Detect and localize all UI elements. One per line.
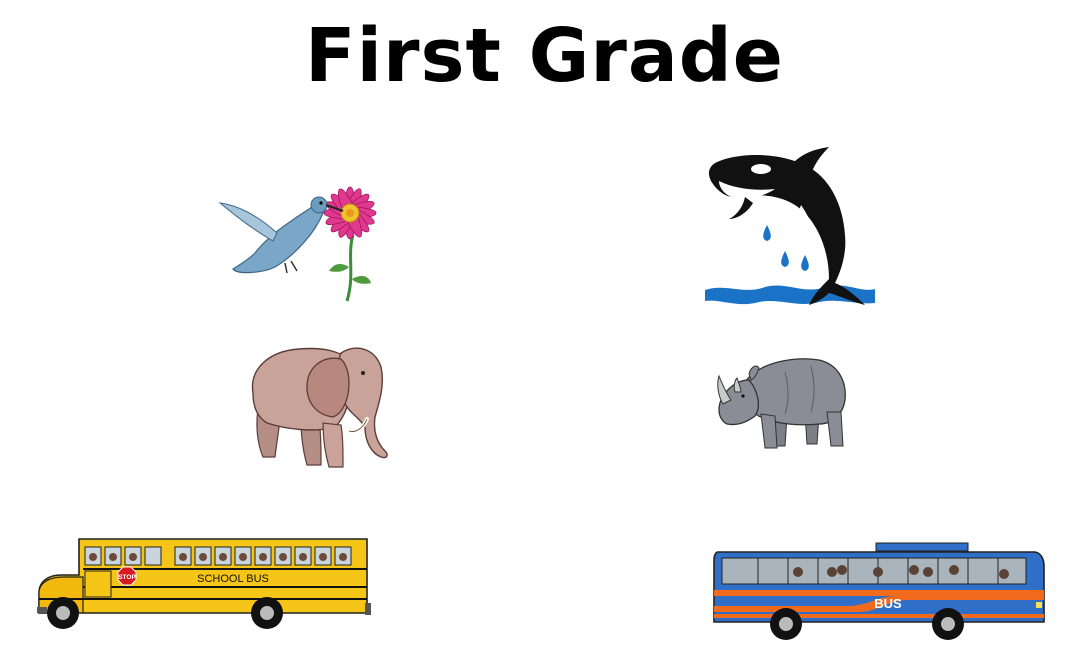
orca-picture[interactable] [705,145,875,310]
hummingbird-picture[interactable] [215,175,395,305]
rhinoceros-icon [717,358,846,449]
city-bus-icon: BUS [713,542,1045,640]
school-bus-picture[interactable]: STOP SCHOOL BUS [35,533,375,633]
stop-sign-text: STOP [118,574,136,581]
hummingbird-flower-icon [218,186,377,302]
elephant-icon [251,347,388,468]
school-bus-label: SCHOOL BUS [197,573,269,585]
page-title: First Grade [305,13,784,99]
worksheet-page: First Grade STOP SCHOOL BUS BUS [0,0,1089,662]
school-bus-icon: STOP SCHOOL BUS [37,538,371,629]
rhino-picture[interactable] [715,352,850,452]
orca-jumping-icon [705,147,875,305]
city-bus-picture[interactable]: BUS [708,540,1048,645]
city-bus-label: BUS [874,596,902,611]
elephant-picture[interactable] [245,333,395,473]
